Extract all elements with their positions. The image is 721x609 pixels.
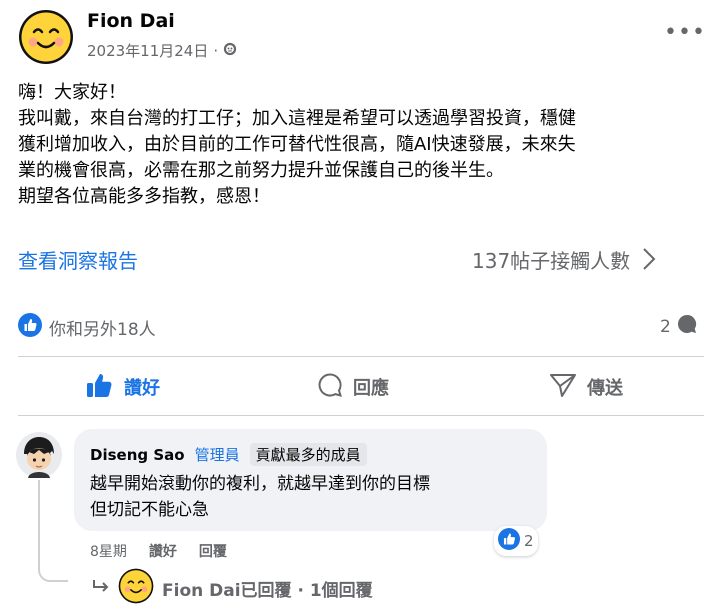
smiley-avatar-icon [118, 568, 154, 604]
like-button[interactable]: 讚好 [86, 370, 160, 404]
post-reach-link[interactable]: 137帖子接觸人數 [472, 245, 656, 274]
view-insights-link[interactable]: 查看洞察報告 [18, 245, 138, 274]
post-line: 獲利增加收入，由於目前的工作可替代性很高，隨AI快速發展，未來失 [18, 134, 576, 155]
share-label: 傳送 [587, 378, 623, 399]
thread-line [38, 480, 68, 582]
reactions-text: 你和另外18人 [49, 320, 156, 340]
comment-count-value: 2 [660, 316, 671, 337]
share-button[interactable]: 傳送 [549, 370, 623, 404]
reply-summary-text: Fion Dai已回覆 · 1個回覆 [162, 581, 373, 601]
comment-actions: 8星期 讚好 回覆 [90, 541, 227, 561]
comment-button[interactable]: 回應 [317, 370, 389, 404]
post-text: 嗨！大家好！ 我叫戴，來自台灣的打工仔；加入這裡是希望可以透過學習投資，穩健 獲… [18, 80, 708, 210]
post-meta: 2023年11月24日 · [87, 40, 237, 61]
share-icon [549, 372, 577, 403]
reply-arrow-icon [92, 578, 110, 599]
post-line: 期望各位高能多多指教，感恩！ [18, 186, 270, 207]
comment-like-button[interactable]: 讚好 [149, 541, 177, 561]
post-line: 我叫戴，來自台灣的打工仔；加入這裡是希望可以透過學習投資，穩健 [18, 108, 576, 129]
post-line: 業的機會很高，必需在那之前努力提升並保護自己的後半生。 [18, 160, 504, 181]
comment-reactions[interactable]: 2 [494, 526, 538, 556]
post-line: 嗨！大家好！ [18, 82, 126, 103]
comment-label: 回應 [353, 378, 389, 399]
divider [18, 356, 704, 357]
commenter-name[interactable]: Diseng Sao [90, 446, 185, 464]
like-reaction-icon [498, 528, 520, 554]
reactions-summary[interactable]: 你和另外18人 [18, 313, 156, 342]
comment-reply-button[interactable]: 回覆 [199, 541, 227, 561]
thumbs-up-icon [86, 372, 114, 403]
comment-line: 越早開始滾動你的複利，就越早達到你的目標 [90, 474, 430, 494]
comment-line: 但切記不能心急 [90, 500, 209, 520]
post-date[interactable]: 2023年11月24日 [87, 40, 208, 61]
post-reach-label: 137帖子接觸人數 [472, 249, 631, 273]
meta-separator: · [213, 41, 219, 60]
comment-count[interactable]: 2 [660, 313, 698, 340]
commenter-avatar[interactable] [16, 432, 62, 478]
comment-header: Diseng Sao 管理員 貢獻最多的成員 [90, 443, 367, 466]
like-reaction-icon [18, 313, 42, 342]
post-author-name[interactable]: Fion Dai [87, 10, 175, 32]
divider [18, 415, 704, 416]
chevron-right-icon [642, 247, 656, 272]
smiley-avatar-icon [19, 10, 73, 64]
globe-icon [223, 42, 237, 60]
top-contributor-badge: 貢獻最多的成員 [249, 443, 367, 466]
comment-time[interactable]: 8星期 [90, 541, 127, 561]
reply-avatar [118, 568, 154, 609]
comment-icon [317, 372, 343, 403]
comment-text: 越早開始滾動你的複利，就越早達到你的目標 但切記不能心急 [90, 471, 430, 523]
author-avatar[interactable] [18, 9, 74, 65]
comment-reaction-count: 2 [524, 532, 534, 550]
more-icon[interactable]: ••• [664, 20, 706, 45]
like-label: 讚好 [124, 378, 160, 399]
view-replies-link[interactable]: Fion Dai已回覆 · 1個回覆 [92, 568, 373, 609]
comment-bubble-icon [676, 313, 698, 340]
admin-label: 管理員 [194, 446, 240, 464]
